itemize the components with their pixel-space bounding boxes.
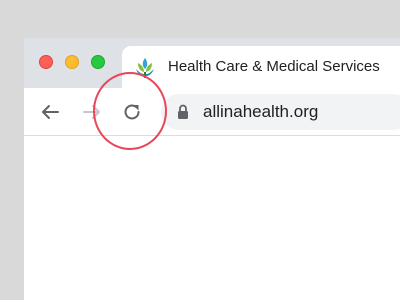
url-text[interactable]: allinahealth.org <box>203 102 318 122</box>
window-close-button[interactable] <box>39 55 53 69</box>
address-bar[interactable]: allinahealth.org <box>161 94 400 130</box>
window-minimize-button[interactable] <box>65 55 79 69</box>
allina-health-logo-icon <box>136 58 154 78</box>
arrow-left-icon <box>42 105 59 119</box>
window-zoom-button[interactable] <box>91 55 105 69</box>
active-tab[interactable]: Health Care & Medical Services <box>122 46 400 88</box>
reload-icon <box>124 104 140 120</box>
back-button[interactable] <box>38 100 62 124</box>
reload-button[interactable] <box>120 100 144 124</box>
browser-window: Health Care & Medical Services allinahea… <box>24 38 400 300</box>
forward-button[interactable] <box>80 100 104 124</box>
arrow-right-icon <box>83 105 100 119</box>
tab-strip: Health Care & Medical Services <box>24 38 400 88</box>
browser-toolbar: allinahealth.org <box>24 88 400 136</box>
lock-icon[interactable] <box>177 104 189 120</box>
tab-title: Health Care & Medical Services <box>168 58 380 75</box>
